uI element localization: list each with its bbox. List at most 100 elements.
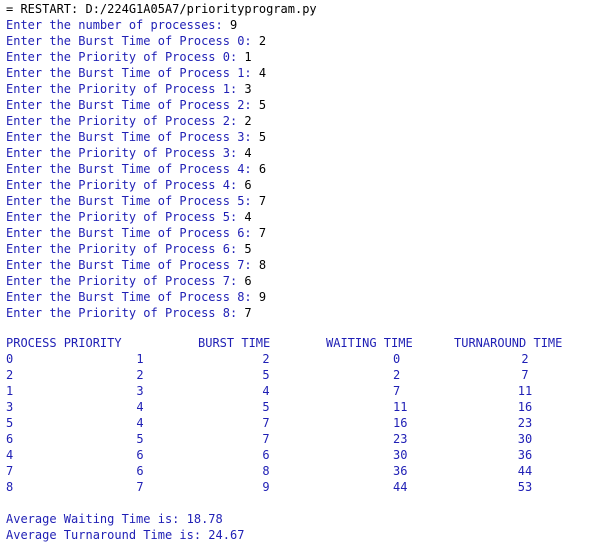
cell-priority: 5 (136, 432, 144, 446)
prompt-line: Enter the Burst Time of Process 4: 6 (6, 161, 266, 177)
cell-waiting-time: 44 (393, 480, 408, 494)
cell-process: 2 (6, 368, 14, 382)
cell-priority: 6 (136, 464, 144, 478)
prompt-input-value: 9 (258, 290, 267, 304)
header-burst-time: BURST TIME (198, 336, 271, 350)
cell-turnaround-time: 16 (517, 400, 533, 414)
cell-priority: 7 (136, 480, 144, 494)
prompt-line: Enter the Priority of Process 0: 1 (6, 49, 252, 65)
prompt-text: Enter the Priority of Process 5: (6, 210, 245, 224)
cell-burst-time: 7 (262, 432, 270, 446)
cell-process: 8 (6, 480, 14, 494)
cell-waiting-time: 16 (393, 416, 408, 430)
prompt-input-value: 9 (229, 18, 238, 32)
cell-turnaround-time: 11 (517, 384, 533, 398)
cell-process: 4 (6, 448, 14, 462)
python-shell-output[interactable]: = RESTART: D:/224G1A05A7/priorityprogram… (0, 0, 601, 546)
cell-process: 6 (6, 432, 14, 446)
prompt-line: Enter the Burst Time of Process 7: 8 (6, 257, 266, 273)
cell-turnaround-time: 36 (517, 448, 533, 462)
prompt-input-value: 6 (258, 162, 267, 176)
prompt-input-value: 5 (258, 98, 267, 112)
cell-waiting-time: 0 (393, 352, 401, 366)
prompt-input-value: 5 (258, 130, 267, 144)
cell-priority: 1 (136, 352, 144, 366)
prompt-line: Enter the Burst Time of Process 0: 2 (6, 33, 266, 49)
cell-burst-time: 5 (262, 368, 270, 382)
cell-burst-time: 2 (262, 352, 270, 366)
cell-waiting-time: 7 (393, 384, 401, 398)
prompt-input-value: 4 (244, 146, 252, 160)
prompt-text: Enter the number of processes: (6, 18, 230, 32)
cell-waiting-time: 11 (393, 400, 408, 414)
prompt-input-value: 7 (244, 306, 252, 320)
prompt-line: Enter the Burst Time of Process 2: 5 (6, 97, 266, 113)
cell-priority: 2 (136, 368, 144, 382)
cell-turnaround-time: 23 (517, 416, 533, 430)
prompt-text: Enter the Burst Time of Process 6: (6, 226, 259, 240)
cell-process: 5 (6, 416, 14, 430)
header-process-priority: PROCESS PRIORITY (6, 336, 122, 350)
prompt-line: Enter the Priority of Process 8: 7 (6, 305, 252, 321)
prompt-input-value: 3 (244, 82, 252, 96)
prompt-text: Enter the Burst Time of Process 0: (6, 34, 259, 48)
prompt-text: Enter the Priority of Process 6: (6, 242, 245, 256)
prompt-input-value: 6 (244, 274, 252, 288)
header-waiting-time: WAITING TIME (326, 336, 413, 350)
cell-process: 0 (6, 352, 14, 366)
table-row: 4 6 6 30 36 (0, 447, 601, 463)
cell-burst-time: 6 (262, 448, 270, 462)
table-row: 0 1 2 0 2 (0, 351, 601, 367)
cell-waiting-time: 30 (393, 448, 408, 462)
cell-priority: 6 (136, 448, 144, 462)
prompt-line: Enter the Priority of Process 4: 6 (6, 177, 252, 193)
cell-process: 1 (6, 384, 14, 398)
prompt-text: Enter the Burst Time of Process 2: (6, 98, 259, 112)
cell-priority: 3 (136, 384, 144, 398)
table-row: 1 3 4 7 11 (0, 383, 601, 399)
cell-burst-time: 4 (262, 384, 270, 398)
prompt-line: Enter the Burst Time of Process 6: 7 (6, 225, 266, 241)
prompt-line: Enter the Burst Time of Process 8: 9 (6, 289, 266, 305)
cell-burst-time: 8 (262, 464, 270, 478)
prompt-input-value: 8 (258, 258, 267, 272)
cell-turnaround-time: 2 (521, 352, 529, 366)
prompt-line: Enter the Priority of Process 6: 5 (6, 241, 252, 257)
cell-priority: 4 (136, 400, 144, 414)
prompt-line: Enter the Burst Time of Process 3: 5 (6, 129, 266, 145)
prompt-line: Enter the number of processes: 9 (6, 17, 237, 33)
cell-turnaround-time: 44 (517, 464, 533, 478)
prompt-input-value: 4 (244, 210, 252, 224)
prompt-text: Enter the Priority of Process 8: (6, 306, 245, 320)
cell-priority: 4 (136, 416, 144, 430)
prompt-line: Enter the Priority of Process 5: 4 (6, 209, 252, 225)
cell-burst-time: 7 (262, 416, 270, 430)
prompt-text: Enter the Priority of Process 1: (6, 82, 245, 96)
prompt-input-value: 7 (258, 226, 267, 240)
average-waiting-time: Average Waiting Time is: 18.78 (6, 512, 223, 526)
average-turnaround-time: Average Turnaround Time is: 24.67 (6, 528, 245, 542)
prompt-text: Enter the Priority of Process 0: (6, 50, 245, 64)
prompt-line: Enter the Priority of Process 1: 3 (6, 81, 252, 97)
cell-turnaround-time: 30 (517, 432, 533, 446)
prompt-input-value: 6 (244, 178, 252, 192)
cell-waiting-time: 36 (393, 464, 408, 478)
prompt-input-value: 1 (244, 50, 252, 64)
cell-process: 7 (6, 464, 14, 478)
prompt-line: Enter the Priority of Process 2: 2 (6, 113, 252, 129)
restart-line: = RESTART: D:/224G1A05A7/priorityprogram… (6, 2, 317, 16)
prompt-text: Enter the Burst Time of Process 1: (6, 66, 259, 80)
table-row: 5 4 7 16 23 (0, 415, 601, 431)
prompt-text: Enter the Priority of Process 2: (6, 114, 245, 128)
prompt-text: Enter the Burst Time of Process 4: (6, 162, 259, 176)
prompt-text: Enter the Burst Time of Process 7: (6, 258, 259, 272)
table-row: 6 5 7 23 30 (0, 431, 601, 447)
cell-waiting-time: 23 (393, 432, 408, 446)
cell-waiting-time: 2 (393, 368, 401, 382)
cell-burst-time: 5 (262, 400, 270, 414)
prompt-line: Enter the Burst Time of Process 5: 7 (6, 193, 266, 209)
cell-burst-time: 9 (262, 480, 270, 494)
prompt-text: Enter the Priority of Process 3: (6, 146, 245, 160)
prompt-text: Enter the Priority of Process 4: (6, 178, 245, 192)
table-row: 7 6 8 36 44 (0, 463, 601, 479)
